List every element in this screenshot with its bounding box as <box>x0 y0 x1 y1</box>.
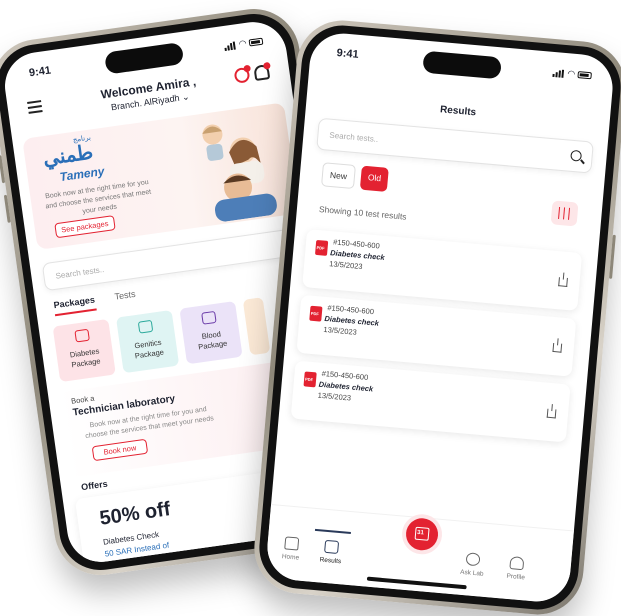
download-icon[interactable] <box>552 342 563 353</box>
bell-icon[interactable] <box>253 61 271 82</box>
battery-icon <box>248 37 264 47</box>
book-now-button[interactable]: Book now <box>91 438 149 462</box>
banner-text: Book now at the right time for you and c… <box>44 178 152 216</box>
tab-results[interactable]: Results <box>310 539 352 566</box>
package-card-genitics[interactable]: Genitics Package <box>115 309 180 374</box>
cart-icon[interactable] <box>233 64 252 84</box>
phone-bezel: 9:41 ◠ Results Search tests.. New Old Sh… <box>255 22 621 613</box>
search-placeholder: Search tests.. <box>329 130 379 144</box>
package-card-blood[interactable]: Blood Package <box>179 301 243 365</box>
signal-icon <box>224 41 237 51</box>
category-tabs: Packages Tests <box>52 289 137 317</box>
booking-calendar-button[interactable]: 31 <box>404 516 440 552</box>
download-icon[interactable] <box>558 277 568 287</box>
status-time: 9:41 <box>336 47 360 61</box>
package-card-partial[interactable] <box>242 297 271 356</box>
profile-icon <box>509 556 525 571</box>
tab-results-label: Results <box>319 556 342 566</box>
result-date: 13/5/2023 <box>323 324 358 337</box>
results-count: Showing 10 test results <box>318 204 407 222</box>
cart-badge <box>243 64 252 73</box>
tab-ask-lab-label: Ask Lab <box>459 568 484 578</box>
result-date: 13/5/2023 <box>328 259 363 272</box>
blood-drop-icon <box>74 328 90 343</box>
result-date: 13/5/2023 <box>317 390 352 403</box>
results-filter-segment: New Old <box>320 162 390 192</box>
segment-old[interactable]: Old <box>359 165 390 192</box>
tab-ask-lab[interactable]: Ask Lab <box>452 551 494 578</box>
blood-cells-icon <box>201 310 217 325</box>
pdf-icon <box>314 239 329 256</box>
pdf-icon <box>303 371 317 388</box>
family-photo <box>202 124 277 222</box>
tab-home-label: Home <box>281 553 300 562</box>
chat-icon <box>465 552 481 567</box>
phone-results-screen: 9:41 ◠ Results Search tests.. New Old Sh… <box>250 16 621 616</box>
dna-icon <box>137 319 154 334</box>
power-button <box>609 234 616 279</box>
calendar-icon: 31 <box>414 526 430 541</box>
offer-discount: 50% off <box>98 498 172 530</box>
tab-home[interactable]: Home <box>270 535 312 562</box>
wifi-icon: ◠ <box>238 38 247 49</box>
tab-packages[interactable]: Packages <box>52 294 97 317</box>
search-placeholder: Search tests.. <box>54 264 105 281</box>
document-icon <box>324 539 340 555</box>
pdf-icon <box>309 305 323 322</box>
filter-sliders-icon[interactable] <box>550 200 579 227</box>
results-screen: 9:41 ◠ Results Search tests.. New Old Sh… <box>264 30 616 605</box>
calendar-day: 31 <box>416 529 425 537</box>
tab-tests[interactable]: Tests <box>114 289 137 308</box>
promo-banner: برنامج طمني Tameny Book now at the right… <box>22 102 300 250</box>
segment-new[interactable]: New <box>320 162 356 190</box>
status-bar: 9:41 ◠ <box>310 45 614 85</box>
tab-profile[interactable]: Profile <box>495 555 537 582</box>
package-card-diabetes[interactable]: Diabetes Package <box>52 318 116 383</box>
bottom-tab-bar: Home Results 31 Ask Lab Profile <box>264 503 574 605</box>
home-indicator <box>366 576 467 590</box>
search-icon[interactable] <box>570 149 583 162</box>
volume-up-button <box>0 155 6 184</box>
chevron-down-icon: ⌄ <box>181 91 191 103</box>
home-icon <box>284 536 300 551</box>
download-icon[interactable] <box>546 408 557 419</box>
signal-icon <box>552 68 566 78</box>
battery-icon <box>577 71 592 80</box>
volume-down-button <box>3 194 11 223</box>
tab-profile-label: Profile <box>506 572 526 582</box>
offers-heading: Offers <box>80 478 109 493</box>
active-tab-indicator <box>314 528 351 535</box>
wifi-icon: ◠ <box>567 68 576 79</box>
status-time: 9:41 <box>28 64 52 80</box>
